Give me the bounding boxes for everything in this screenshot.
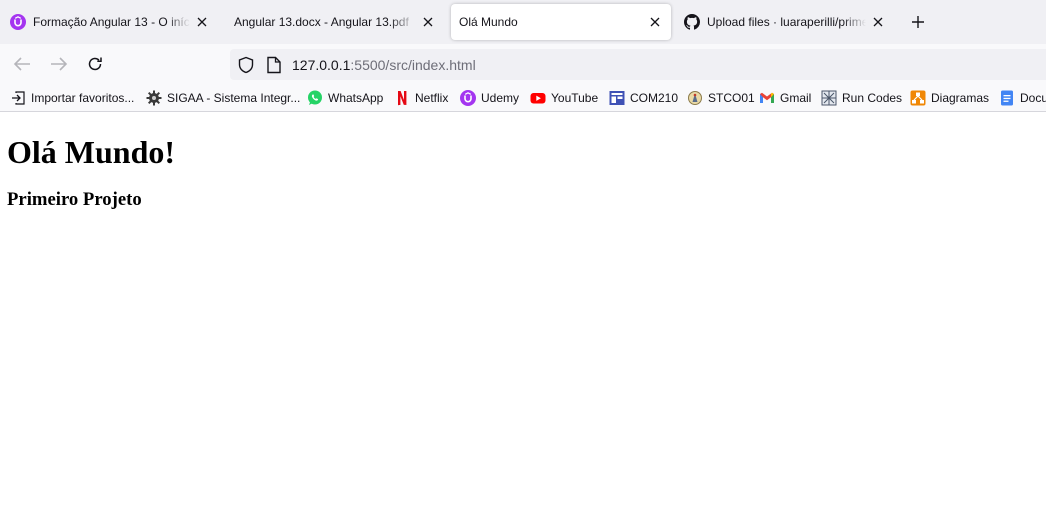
bookmark-netflix[interactable]: Netflix bbox=[394, 89, 448, 107]
url-host: 127.0.0.1 bbox=[292, 57, 351, 73]
bookmark-diagramas[interactable]: Diagramas bbox=[910, 89, 989, 107]
bookmark-run-codes[interactable]: Run Codes bbox=[821, 89, 902, 107]
page-subheading: Primeiro Projeto bbox=[7, 189, 142, 210]
bookmark-label: WhatsApp bbox=[328, 91, 384, 105]
arrow-right-icon bbox=[51, 57, 68, 71]
reload-icon bbox=[88, 57, 102, 71]
diagrams-icon bbox=[910, 90, 926, 106]
com210-icon bbox=[609, 90, 625, 106]
new-tab-button[interactable] bbox=[908, 12, 928, 32]
import-icon bbox=[10, 90, 26, 106]
bookmark-label: Udemy bbox=[481, 91, 520, 105]
page-info-icon[interactable] bbox=[266, 56, 282, 74]
bookmark-youtube[interactable]: YouTube bbox=[530, 89, 598, 107]
github-icon bbox=[684, 14, 700, 30]
youtube-icon bbox=[530, 90, 546, 106]
docs-icon bbox=[999, 90, 1015, 106]
tab-formacao-angular[interactable]: Formação Angular 13 - O início bbox=[2, 4, 218, 40]
back-button[interactable] bbox=[12, 54, 32, 74]
tab-label: Upload files · luaraperilli/primeiro bbox=[707, 15, 866, 29]
bookmark-label: YouTube bbox=[551, 91, 599, 105]
tab-label: Angular 13.docx - Angular 13.pdf bbox=[234, 15, 409, 29]
close-tab-icon[interactable] bbox=[647, 14, 663, 30]
bookmark-sigaa[interactable]: SIGAA - Sistema Integr... bbox=[146, 89, 300, 107]
close-tab-icon[interactable] bbox=[870, 14, 886, 30]
runcodes-icon bbox=[821, 90, 837, 106]
close-tab-icon[interactable] bbox=[194, 14, 210, 30]
reload-button[interactable] bbox=[85, 54, 105, 74]
bookmark-whatsapp[interactable]: WhatsApp bbox=[307, 89, 383, 107]
arrow-left-icon bbox=[13, 57, 30, 71]
udemy-icon bbox=[10, 14, 26, 30]
bookmark-label: Run Codes bbox=[842, 91, 903, 105]
browser-window: Formação Angular 13 - O início Angular 1… bbox=[0, 0, 1046, 524]
bookmark-label: Diagramas bbox=[931, 91, 990, 105]
stco01-icon bbox=[687, 90, 703, 106]
tab-strip: Formação Angular 13 - O início Angular 1… bbox=[0, 0, 1046, 44]
tracking-protection-shield-icon[interactable] bbox=[237, 56, 255, 74]
bookmark-stco01[interactable]: STCO01 bbox=[687, 89, 755, 107]
address-bar[interactable]: 127.0.0.1:5500/src/index.html bbox=[230, 49, 1046, 80]
tab-angular-pdf[interactable]: Angular 13.docx - Angular 13.pdf bbox=[226, 4, 444, 40]
bookmark-label: Gmail bbox=[780, 91, 812, 105]
netflix-icon bbox=[394, 90, 410, 106]
bookmark-udemy[interactable]: Udemy bbox=[460, 89, 519, 107]
gmail-icon bbox=[759, 90, 775, 106]
page-content: Olá Mundo! Primeiro Projeto bbox=[0, 112, 1046, 211]
bookmark-gmail[interactable]: Gmail bbox=[759, 89, 811, 107]
navigation-toolbar: 127.0.0.1:5500/src/index.html bbox=[0, 44, 1046, 84]
bookmark-label: SIGAA - Sistema Integr... bbox=[167, 91, 301, 105]
bookmark-com210[interactable]: COM210 bbox=[609, 89, 678, 107]
tab-label: Formação Angular 13 - O início bbox=[33, 15, 190, 29]
udemy-icon bbox=[460, 90, 476, 106]
tab-label: Olá Mundo bbox=[459, 15, 518, 29]
page-heading: Olá Mundo! bbox=[7, 134, 176, 170]
bookmark-label: Netflix bbox=[415, 91, 449, 105]
bookmark-label: COM210 bbox=[630, 91, 679, 105]
tab-upload-files[interactable]: Upload files · luaraperilli/primeiro bbox=[676, 4, 894, 40]
plus-icon bbox=[912, 16, 924, 28]
tab-ola-mundo[interactable]: Olá Mundo bbox=[451, 4, 671, 40]
bookmarks-toolbar: Importar favoritos... SIGAA - Sistema In… bbox=[0, 84, 1046, 112]
whatsapp-icon bbox=[307, 90, 323, 106]
url-text[interactable]: 127.0.0.1:5500/src/index.html bbox=[292, 57, 476, 73]
bookmark-label: STCO01 bbox=[708, 91, 755, 105]
bookmark-importar-favoritos[interactable]: Importar favoritos... bbox=[10, 89, 134, 107]
bookmark-docs[interactable]: Docu bbox=[999, 89, 1046, 107]
sigaa-icon bbox=[146, 90, 162, 106]
close-tab-icon[interactable] bbox=[420, 14, 436, 30]
bookmark-label: Importar favoritos... bbox=[31, 91, 135, 105]
url-path: :5500/src/index.html bbox=[350, 57, 476, 73]
forward-button[interactable] bbox=[49, 54, 69, 74]
bookmark-label: Docu bbox=[1020, 91, 1046, 105]
